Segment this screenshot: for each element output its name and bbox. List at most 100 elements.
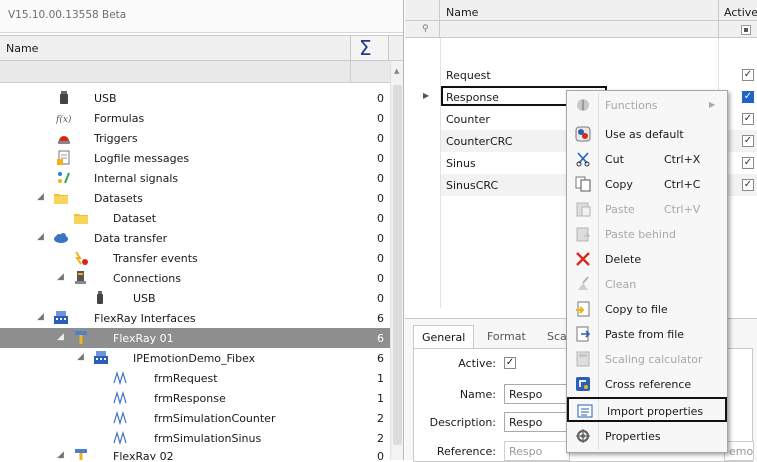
scroll-up-icon[interactable]: ▲ (394, 67, 399, 75)
properties-icon (575, 428, 591, 444)
copy-icon (575, 176, 591, 192)
tree-item-frmrequest[interactable]: frmRequest 1 (0, 368, 390, 388)
context-menu: Functions ▶ Use as default Cut Ctrl+X Co… (566, 90, 728, 453)
flexray-port-icon (73, 330, 89, 346)
tree-item-flexray-02[interactable]: ◢ FlexRay 02 0 (0, 446, 390, 460)
menu-item-paste[interactable]: Paste Ctrl+V (567, 197, 727, 222)
paste-icon (575, 201, 591, 217)
tree-column-name[interactable]: Name (6, 42, 38, 55)
grid-row-request[interactable]: Request ✓ (441, 64, 757, 86)
tree-item-datasets[interactable]: ◢ Datasets 0 (0, 188, 390, 208)
tab-general[interactable]: General (413, 325, 475, 349)
tree-item-logfile-messages[interactable]: Logfile messages 0 (0, 148, 390, 168)
clean-icon (575, 276, 591, 292)
description-field[interactable]: Respo (504, 412, 570, 432)
active-checkbox[interactable]: ✓ (742, 135, 754, 147)
tree-scrollbar[interactable]: ▲ (390, 61, 403, 460)
reference-field[interactable]: Respo (504, 441, 570, 461)
active-checkbox[interactable]: ✓ (742, 113, 754, 125)
menu-item-copy-to-file[interactable]: Copy to file (567, 297, 727, 322)
active-checkbox[interactable]: ✓ (742, 157, 754, 169)
usb-icon (92, 290, 108, 306)
expand-caret-icon[interactable]: ◢ (57, 450, 64, 460)
submenu-arrow-icon: ▶ (709, 100, 716, 109)
folder-icon (73, 210, 89, 226)
tree-item-data-transfer[interactable]: ◢ Data transfer 0 (0, 228, 390, 248)
menu-item-cross-reference[interactable]: Cross reference (567, 372, 727, 397)
flexray-port-icon (73, 448, 89, 460)
tree-item-usb[interactable]: USB 0 (0, 88, 390, 108)
menu-item-cut[interactable]: Cut Ctrl+X (567, 147, 727, 172)
menu-item-use-as-default[interactable]: Use as default (567, 122, 727, 147)
tree-item-frmresponse[interactable]: frmResponse 1 (0, 388, 390, 408)
use-as-default-icon (575, 126, 591, 142)
menu-item-scaling-calculator[interactable]: Scaling calculator (567, 347, 727, 372)
paste-from-file-icon (575, 326, 591, 342)
tree-item-connections[interactable]: ◢ Connections 0 (0, 268, 390, 288)
name-label: Name: (459, 388, 496, 401)
delete-icon (575, 251, 591, 267)
menu-item-properties[interactable]: Properties (567, 424, 727, 449)
current-row-indicator-icon: ▶ (423, 91, 430, 100)
expand-caret-icon[interactable]: ◢ (37, 312, 44, 322)
active-checkbox[interactable]: ✓ (742, 69, 754, 81)
tab-format[interactable]: Format (479, 325, 534, 349)
tree-item-triggers[interactable]: Triggers 0 (0, 128, 390, 148)
tree-item-flexray-interfaces[interactable]: ◢ FlexRay Interfaces 6 (0, 308, 390, 328)
description-label: Description: (429, 416, 496, 429)
scissors-icon (575, 151, 591, 167)
tree-item-internal-signals[interactable]: Internal signals 0 (0, 168, 390, 188)
copy-to-file-icon (575, 301, 591, 317)
grid-column-active[interactable]: Active (724, 6, 757, 19)
flexray-interfaces-icon (53, 310, 69, 326)
expand-caret-icon[interactable]: ◢ (77, 352, 84, 362)
active-checkbox[interactable]: ✓ (742, 179, 754, 191)
tree-item-dataset[interactable]: Dataset 0 (0, 208, 390, 228)
filter-active-checkbox[interactable] (741, 25, 751, 35)
scrollbar-thumb[interactable] (393, 85, 402, 445)
menu-item-paste-behind[interactable]: Paste behind (567, 222, 727, 247)
active-checkbox[interactable]: ✓ (504, 357, 516, 369)
cross-reference-icon (575, 376, 591, 392)
active-label: Active: (458, 357, 496, 370)
tree-filter-row[interactable] (0, 61, 390, 83)
menu-item-functions[interactable]: Functions ▶ (567, 93, 727, 118)
connections-icon (73, 270, 89, 286)
grid-filter-row[interactable]: ⚲ (405, 20, 757, 38)
frame-icon (113, 370, 129, 386)
signal-tree-panel: V15.10.00.13558 Beta Name Σ USB 0 f(x) F… (0, 0, 404, 460)
sigma-icon: Σ (359, 36, 372, 60)
tree-item-formulas[interactable]: f(x) Formulas 0 (0, 108, 390, 128)
sum-column-header[interactable]: Σ (350, 36, 389, 60)
menu-item-delete[interactable]: Delete (567, 247, 727, 272)
tree-item-flexray-01[interactable]: ◢ FlexRay 01 6 (0, 328, 390, 348)
tree-item-frmsimulationsinus[interactable]: frmSimulationSinus 2 (0, 428, 390, 448)
logfile-icon (56, 150, 72, 166)
frame-icon (113, 430, 129, 446)
tree-item-frmsimulationcounter[interactable]: frmSimulationCounter 2 (0, 408, 390, 428)
grid-header: Name Active ⚲ (405, 0, 757, 38)
folder-icon (53, 190, 69, 206)
menu-item-copy[interactable]: Copy Ctrl+C (567, 172, 727, 197)
menu-item-clean[interactable]: Clean (567, 272, 727, 297)
expand-caret-icon[interactable]: ◢ (37, 232, 44, 242)
expand-caret-icon[interactable]: ◢ (37, 192, 44, 202)
tree-item-ipemotiondemo-fibex[interactable]: ◢ IPEmotionDemo_Fibex 6 (0, 348, 390, 368)
tree-header: Name Σ (0, 35, 403, 61)
internal-signals-icon (56, 170, 72, 186)
expand-caret-icon[interactable]: ◢ (57, 332, 64, 342)
transfer-events-icon (73, 250, 89, 266)
svg-text:f(x): f(x) (56, 114, 72, 125)
paste-behind-icon (575, 226, 591, 242)
scaling-calculator-icon (575, 351, 591, 367)
tree-item-transfer-events[interactable]: Transfer events 0 (0, 248, 390, 268)
menu-item-paste-from-file[interactable]: Paste from file (567, 322, 727, 347)
active-checkbox[interactable]: ✓ (742, 91, 754, 103)
import-properties-icon (577, 403, 593, 419)
name-field[interactable]: Respo (504, 384, 570, 404)
menu-item-import-properties[interactable]: Import properties (567, 397, 727, 422)
expand-caret-icon[interactable]: ◢ (57, 272, 64, 282)
tree-item-usb-connection[interactable]: USB 0 (0, 288, 390, 308)
reference-field-tail: emo_ (724, 441, 754, 461)
grid-column-name[interactable]: Name (446, 6, 478, 19)
